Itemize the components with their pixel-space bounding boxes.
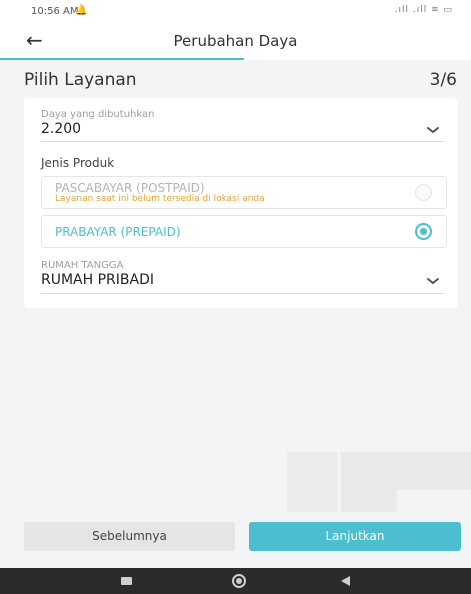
step-header: Pilih Layanan 3/6 (0, 62, 471, 96)
home-icon[interactable] (232, 574, 246, 588)
power-value: 2.200 (41, 121, 82, 137)
step-title: Pilih Layanan (24, 70, 137, 90)
option-prepaid-label: PRABAYAR (PREPAID) (55, 225, 181, 239)
power-underline (41, 141, 445, 142)
status-bar: 10:56 AM 🔔 .ıll .ıll ≋ ▭ (0, 0, 471, 24)
option-postpaid-label: PASCABAYAR (POSTPAID) (55, 181, 205, 195)
chevron-down-icon[interactable] (426, 276, 440, 286)
system-nav-bar (0, 568, 471, 594)
status-time: 10:56 AM (31, 6, 79, 17)
back-nav-icon[interactable] (341, 576, 350, 586)
option-postpaid-note: Layanan saat ini belum tersedia di lokas… (55, 194, 265, 204)
product-label: Jenis Produk (41, 156, 115, 170)
previous-button[interactable]: Sebelumnya (24, 522, 235, 551)
chevron-down-icon[interactable] (426, 125, 440, 135)
radio-prepaid[interactable] (415, 223, 432, 240)
option-postpaid[interactable]: PASCABAYAR (POSTPAID) Layanan saat ini b… (41, 176, 447, 209)
option-prepaid[interactable]: PRABAYAR (PREPAID) (41, 215, 447, 248)
app-header: ← Perubahan Daya (0, 24, 471, 60)
bell-icon: 🔔 (75, 5, 88, 16)
step-count: 3/6 (429, 70, 457, 90)
next-button[interactable]: Lanjutkan (249, 522, 461, 551)
bottom-action-bar: Sebelumnya Lanjutkan (0, 512, 471, 568)
radio-postpaid[interactable] (415, 184, 432, 201)
header-progress-bar (0, 58, 244, 60)
status-icons: .ıll .ıll ≋ ▭ (394, 5, 453, 15)
power-label: Daya yang dibutuhkan (41, 109, 155, 120)
category-value: RUMAH PRIBADI (41, 272, 154, 288)
service-form-card: Daya yang dibutuhkan 2.200 Jenis Produk … (24, 98, 458, 308)
recents-icon[interactable] (121, 577, 132, 585)
page-title: Perubahan Daya (173, 32, 298, 50)
category-underline (41, 293, 445, 294)
category-label: RUMAH TANGGA (41, 260, 124, 271)
